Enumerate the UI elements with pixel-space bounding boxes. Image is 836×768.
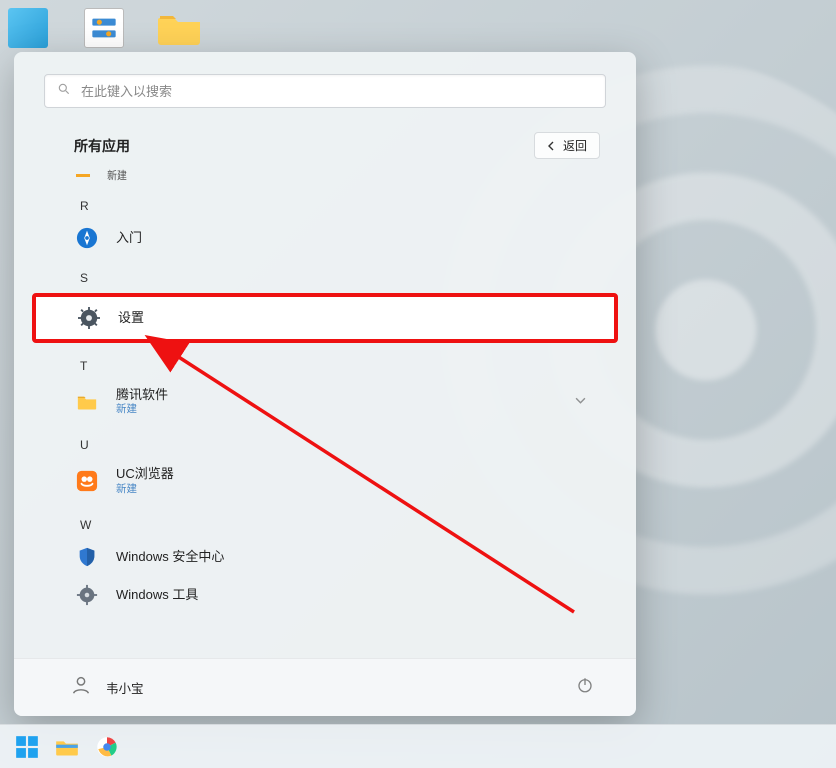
app-windows-security[interactable]: Windows 安全中心 <box>36 538 614 576</box>
app-settings[interactable]: 设置 <box>32 293 618 343</box>
new-dash-icon <box>76 174 90 177</box>
taskbar-explorer-button[interactable] <box>54 734 80 760</box>
gear-icon <box>78 307 100 329</box>
back-button[interactable]: 返回 <box>534 132 600 159</box>
app-label: 腾讯软件 新建 <box>116 387 168 416</box>
user-icon <box>70 674 92 701</box>
apps-list: 新建 R 入门 S 设置 T 腾讯软件 新建 <box>14 159 636 658</box>
desktop-icon-control-panel[interactable] <box>80 4 128 52</box>
shield-icon <box>76 546 98 568</box>
search-icon <box>57 82 71 101</box>
start-menu-footer: 韦小宝 <box>14 658 636 716</box>
taskbar-browser-button[interactable] <box>94 734 120 760</box>
app-tencent-folder[interactable]: 腾讯软件 新建 <box>36 379 614 424</box>
desktop-icon-blank[interactable] <box>4 4 52 52</box>
folder-icon <box>76 391 98 413</box>
chevron-down-icon <box>575 394 586 409</box>
taskbar-start-button[interactable] <box>14 734 40 760</box>
letter-header-u[interactable]: U <box>36 424 614 458</box>
search-box[interactable] <box>44 74 606 108</box>
letter-header-w[interactable]: W <box>36 504 614 538</box>
power-button[interactable] <box>576 676 594 699</box>
tools-gear-icon <box>76 584 98 606</box>
uc-icon <box>76 470 98 492</box>
letter-header-s[interactable]: S <box>36 257 614 291</box>
back-button-label: 返回 <box>563 137 587 154</box>
search-input[interactable] <box>81 84 593 99</box>
app-label: Windows 工具 <box>116 587 198 603</box>
user-account-button[interactable]: 韦小宝 <box>70 674 144 701</box>
letter-header-r[interactable]: R <box>36 185 614 219</box>
desktop-icons-row <box>4 4 204 52</box>
new-indicator-label: 新建 <box>107 167 127 183</box>
app-windows-tools[interactable]: Windows 工具 <box>36 576 614 614</box>
app-label: UC浏览器 新建 <box>116 466 174 495</box>
app-rumen[interactable]: 入门 <box>36 219 614 257</box>
app-label: 入门 <box>116 230 142 246</box>
taskbar <box>0 724 836 768</box>
app-uc-browser[interactable]: UC浏览器 新建 <box>36 458 614 503</box>
letter-header-t[interactable]: T <box>36 345 614 379</box>
new-indicator-row: 新建 <box>36 165 614 185</box>
compass-icon <box>76 227 98 249</box>
app-label: Windows 安全中心 <box>116 549 224 565</box>
user-name: 韦小宝 <box>106 678 144 697</box>
app-label: 设置 <box>118 310 144 326</box>
start-menu: 所有应用 返回 新建 R 入门 S 设置 T <box>14 52 636 716</box>
all-apps-title: 所有应用 <box>74 136 130 156</box>
chevron-left-icon <box>547 141 557 151</box>
desktop-icon-folder[interactable] <box>156 4 204 52</box>
